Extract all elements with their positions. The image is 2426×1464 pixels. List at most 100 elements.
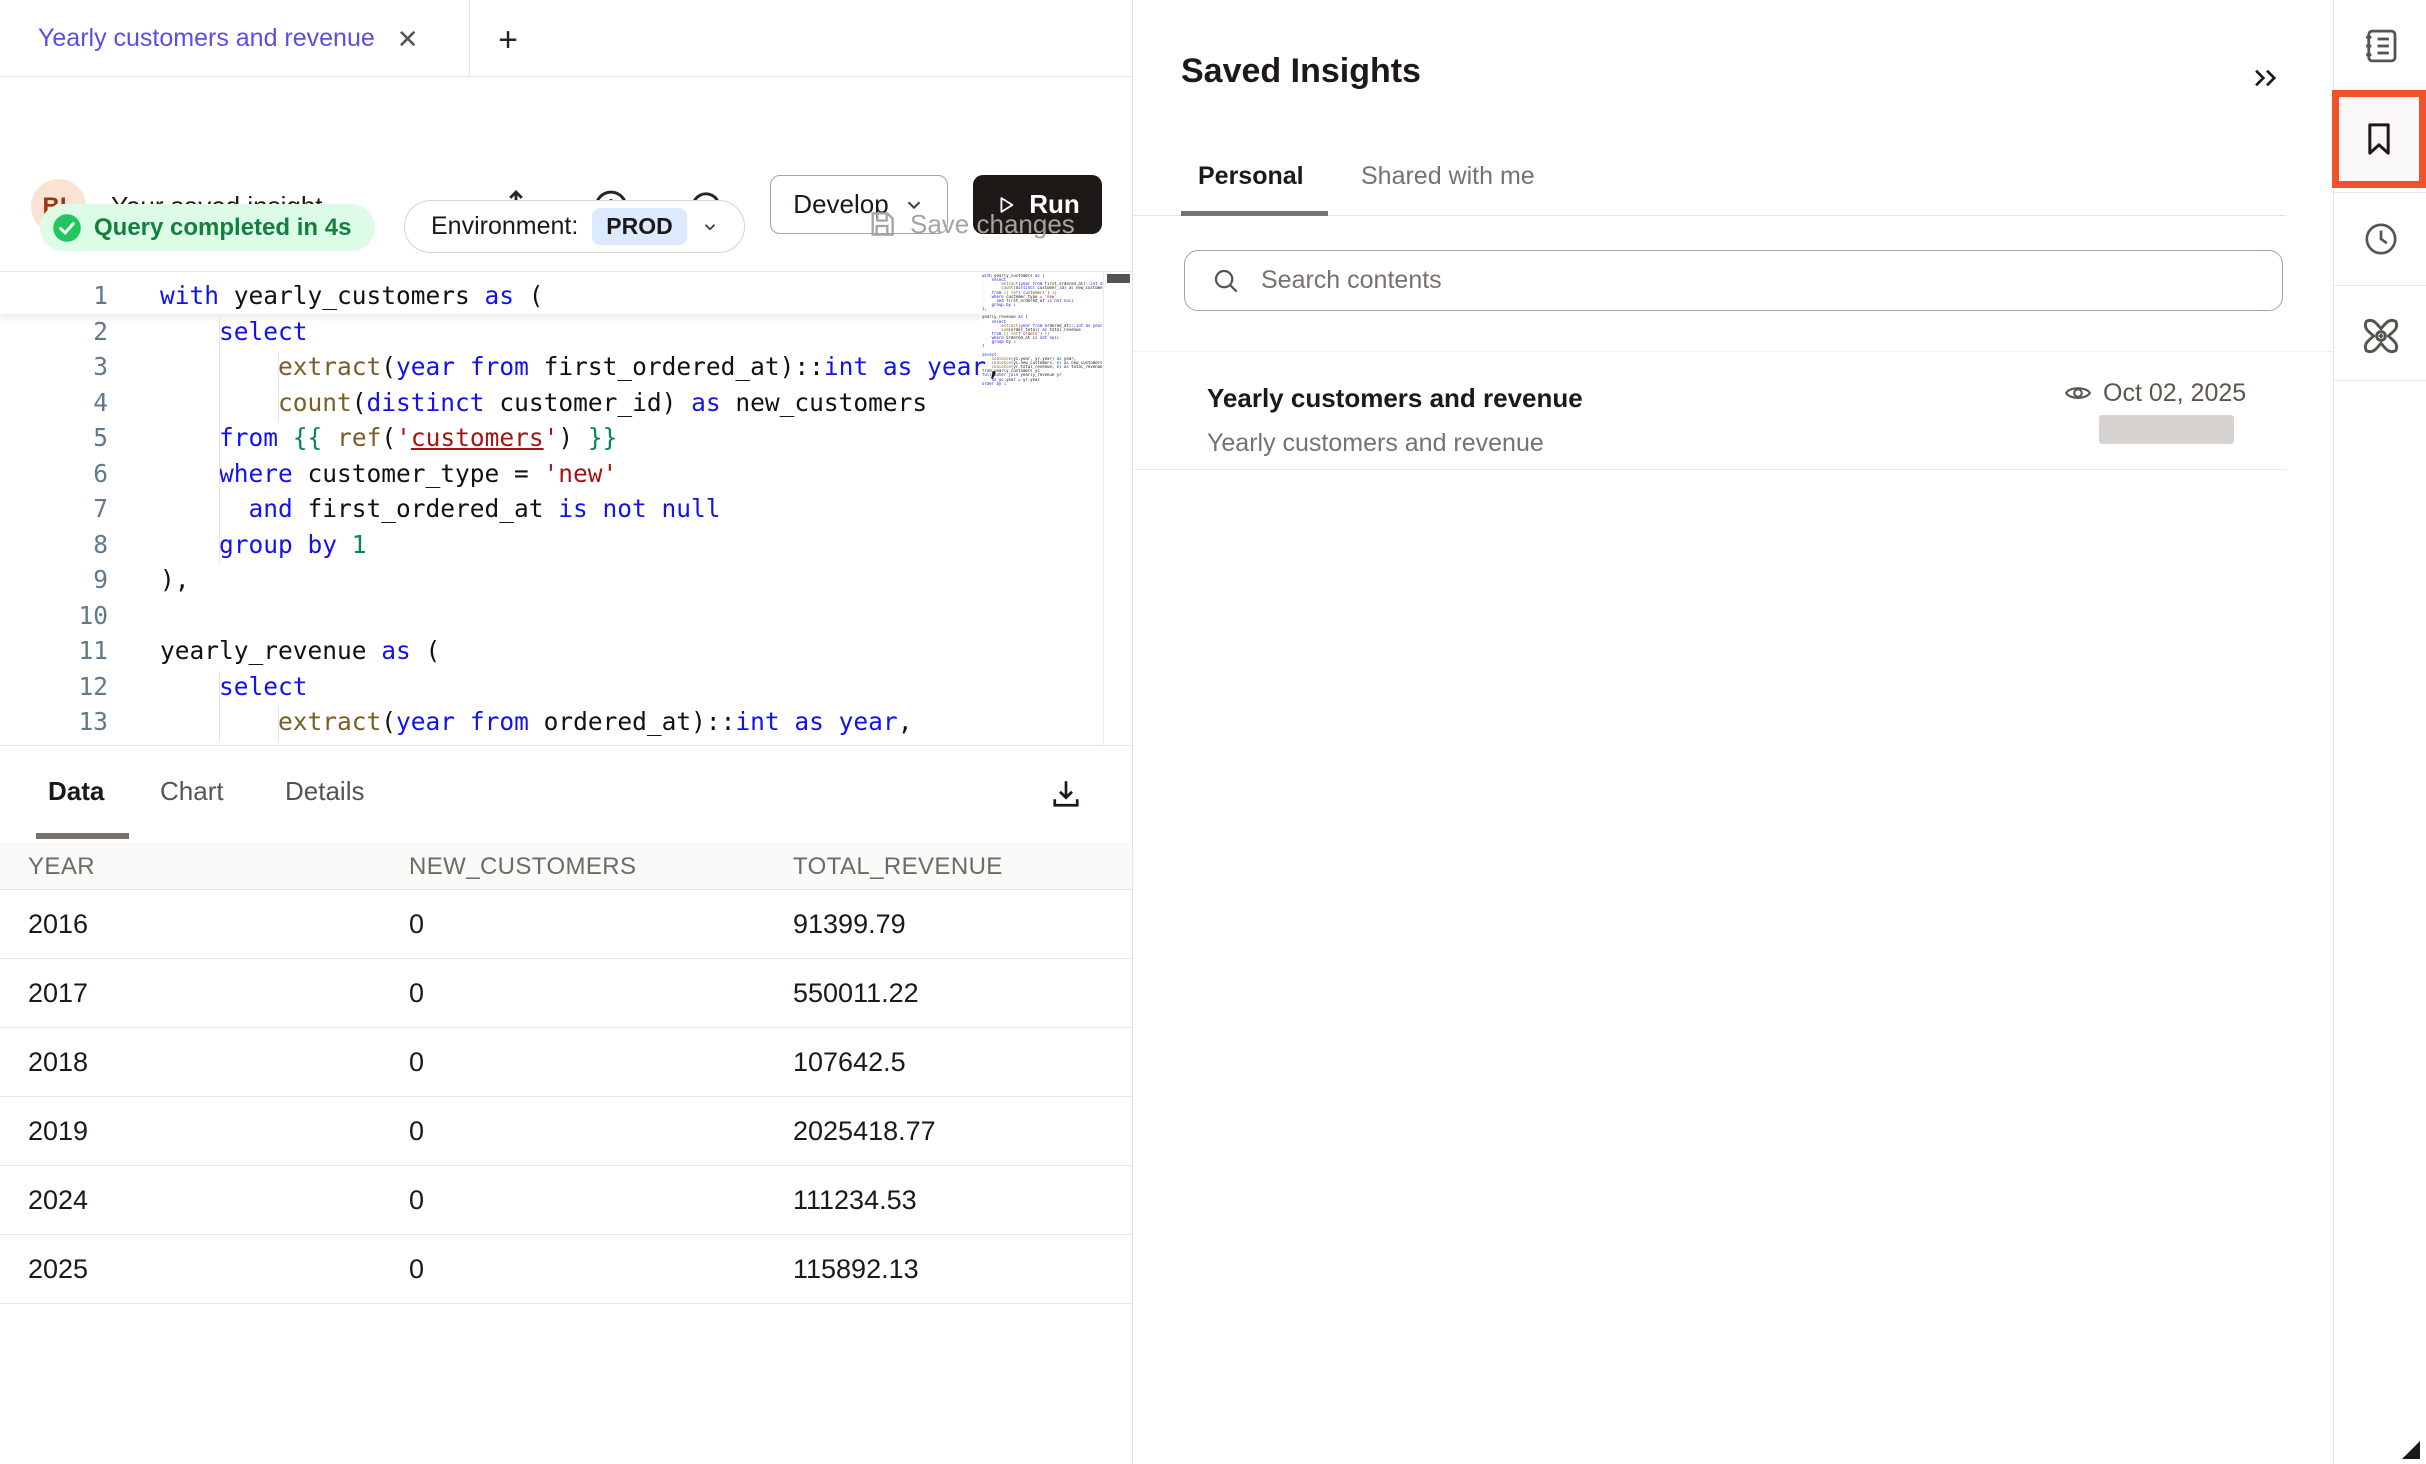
code-line[interactable]: 3 extract(year from first_ordered_at)::i…: [0, 349, 982, 385]
tab-chart[interactable]: Chart: [160, 776, 224, 807]
download-icon: [1048, 776, 1084, 812]
sidebar-item-saved-insights[interactable]: [2332, 90, 2426, 188]
minimap-line: order by 1: [982, 382, 1103, 386]
column-header-total-revenue: TOTAL_REVENUE: [793, 853, 1003, 881]
code-line[interactable]: 11yearly_revenue as (: [0, 633, 982, 669]
query-status-text: Query completed in 4s: [94, 214, 351, 242]
editor-scrollbar[interactable]: [1103, 272, 1132, 745]
code-line[interactable]: 13 extract(year from ordered_at)::int as…: [0, 704, 982, 740]
code-line[interactable]: 4 count(distinct customer_id) as new_cus…: [0, 385, 982, 421]
table-row[interactable]: 20250115892.13: [0, 1235, 1132, 1304]
query-status-badge: Query completed in 4s: [40, 204, 375, 251]
table-cell: 2025: [28, 1254, 88, 1285]
table-row[interactable]: 20180107642.5: [0, 1028, 1132, 1097]
code-line[interactable]: 8 group by 1: [0, 527, 982, 563]
line-number: 11: [0, 633, 108, 669]
table-cell: 107642.5: [793, 1047, 906, 1078]
divider: [2334, 285, 2426, 286]
scrollbar-thumb[interactable]: [1107, 274, 1130, 283]
line-number: 12: [0, 669, 108, 705]
sidebar-item-lineage[interactable]: [2334, 290, 2426, 382]
code-line[interactable]: 1 with yearly_customers as (: [0, 278, 982, 314]
tab-details[interactable]: Details: [285, 776, 364, 807]
tab-personal[interactable]: Personal: [1198, 162, 1304, 191]
tab-strip: Yearly customers and revenue ✕ +: [0, 0, 1132, 77]
code-line[interactable]: 5 from {{ ref('customers') }}: [0, 420, 982, 456]
minimap[interactable]: with yearly_customers as ( select extrac…: [982, 274, 1103, 744]
table-row[interactable]: 20240111234.53: [0, 1166, 1132, 1235]
skeleton-bar: [2099, 415, 2234, 444]
results-table: YEAR NEW_CUSTOMERS TOTAL_REVENUE 2016 0 91…: [0, 842, 1132, 1304]
tab-shared-with-me[interactable]: Shared with me: [1361, 162, 1535, 191]
code-line[interactable]: 2 select: [0, 314, 982, 350]
table-cell: 0: [409, 909, 424, 940]
line-number: 5: [0, 420, 108, 456]
table-cell: 2017: [28, 978, 88, 1009]
column-header-year: YEAR: [28, 853, 95, 881]
insight-list-item[interactable]: Yearly customers and revenue Yearly cust…: [1133, 352, 2286, 470]
divider: [2334, 380, 2426, 381]
code-line[interactable]: 9),: [0, 562, 982, 598]
table-cell: 2025418.77: [793, 1116, 936, 1147]
sidebar-item-notebook[interactable]: [2334, 0, 2426, 92]
plus-icon: +: [498, 21, 518, 60]
code-line[interactable]: 12 select: [0, 669, 982, 705]
indent-guide: [219, 316, 220, 564]
code-text: where customer_type = 'new': [160, 456, 617, 492]
code-lines[interactable]: 1with yearly_customers as (2 select3 ext…: [0, 278, 982, 740]
line-number: 3: [0, 349, 108, 385]
corner-resize-indicator: [2402, 1441, 2420, 1459]
toolbar: BL Your saved insight Develop Run: [0, 77, 1132, 192]
line-number: 7: [0, 491, 108, 527]
saved-insights-panel: Saved Insights Personal Shared with me Y…: [1132, 0, 2333, 1464]
sql-editor[interactable]: 1with yearly_customers as (2 select3 ext…: [0, 271, 1132, 745]
tab-yearly-customers[interactable]: Yearly customers and revenue ✕: [0, 0, 470, 77]
environment-value-chip: PROD: [592, 208, 686, 245]
table-cell: 2019: [28, 1116, 88, 1147]
insight-item-subtitle: Yearly customers and revenue: [1207, 429, 1544, 458]
table-cell: 111234.53: [793, 1185, 917, 1216]
search-box[interactable]: [1184, 250, 2283, 311]
column-header-new-customers: NEW_CUSTOMERS: [409, 853, 636, 881]
line-number: 4: [0, 385, 108, 421]
table-cell: 2024: [28, 1185, 88, 1216]
insight-item-meta: Oct 02, 2025: [2063, 378, 2246, 408]
code-text: ),: [160, 562, 190, 598]
save-changes-label: Save changes: [910, 209, 1075, 240]
table-cell: 550011.22: [793, 978, 919, 1009]
panel-title: Saved Insights: [1181, 52, 1421, 91]
code-line[interactable]: 7 and first_ordered_at is not null: [0, 491, 982, 527]
table-row[interactable]: 201902025418.77: [0, 1097, 1132, 1166]
code-line[interactable]: 6 where customer_type = 'new': [0, 456, 982, 492]
code-line[interactable]: 10: [0, 598, 982, 634]
bookmark-icon: [2359, 119, 2399, 159]
close-icon[interactable]: ✕: [397, 26, 419, 52]
table-cell: 0: [409, 978, 424, 1009]
table-row[interactable]: 2017 0 550011.22: [0, 959, 1132, 1028]
indent-guide: [219, 671, 220, 742]
code-text: with yearly_customers as (: [160, 278, 544, 314]
search-input[interactable]: [1261, 266, 2161, 295]
code-text: from {{ ref('customers') }}: [160, 420, 617, 456]
insight-item-title: Yearly customers and revenue: [1207, 383, 1583, 414]
tab-data[interactable]: Data: [48, 776, 104, 807]
compass-icon: [2359, 314, 2403, 358]
table-cell: 91399.79: [793, 909, 906, 940]
check-icon: [52, 213, 82, 243]
line-number: 8: [0, 527, 108, 563]
indent-guide: [278, 351, 279, 422]
table-header: YEAR NEW_CUSTOMERS TOTAL_REVENUE: [0, 842, 1132, 890]
sidebar-item-history[interactable]: [2334, 193, 2426, 285]
results-tab-bar: Data Chart Details: [0, 745, 1132, 842]
app-root: Yearly customers and revenue ✕ + BL Your…: [0, 0, 2426, 1464]
environment-selector[interactable]: Environment: PROD: [404, 200, 745, 253]
new-tab-button[interactable]: +: [488, 20, 528, 60]
code-text: select: [160, 669, 308, 705]
collapse-panel-button[interactable]: [2245, 58, 2289, 98]
table-cell: 2016: [28, 909, 88, 940]
line-number: 1: [0, 278, 108, 314]
download-button[interactable]: [1044, 772, 1088, 816]
table-row[interactable]: 2016 0 91399.79: [0, 890, 1132, 959]
save-changes-button[interactable]: Save changes: [866, 208, 1075, 240]
line-number: 2: [0, 314, 108, 350]
